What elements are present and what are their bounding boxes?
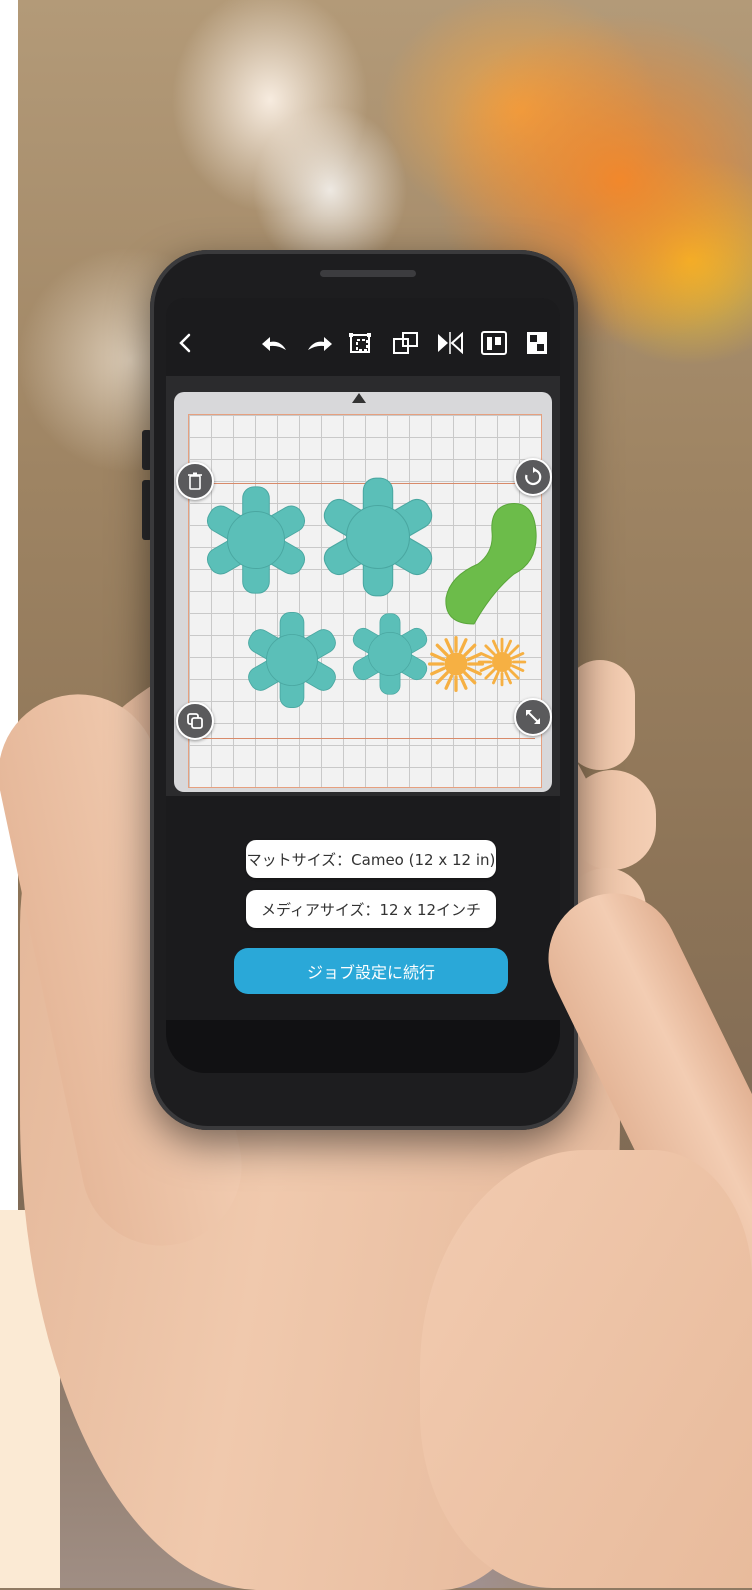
mat-size-label[interactable]: マットサイズ：Cameo (12 x 12 in) xyxy=(246,840,496,878)
pointing-hand xyxy=(420,1150,752,1588)
teal-flower-shape[interactable] xyxy=(244,611,340,709)
rotate-icon[interactable] xyxy=(514,458,552,496)
design-shapes xyxy=(202,477,537,709)
design-canvas xyxy=(166,376,560,796)
duplicate-icon[interactable] xyxy=(176,702,214,740)
cutting-mat xyxy=(174,392,552,792)
green-leaf-shape[interactable] xyxy=(445,503,537,625)
resize-icon[interactable] xyxy=(514,698,552,736)
undo-icon[interactable] xyxy=(258,328,292,358)
redo-icon[interactable] xyxy=(302,328,336,358)
continue-to-job-settings-button[interactable]: ジョブ設定に続行 xyxy=(234,948,508,994)
phone-speaker xyxy=(320,270,416,277)
align-icon[interactable] xyxy=(478,328,510,358)
layer-icon[interactable] xyxy=(522,328,552,358)
teal-flower-shape[interactable] xyxy=(202,486,310,594)
finger xyxy=(568,770,656,870)
media-size-label[interactable]: メディアサイズ：12 x 12インチ xyxy=(246,890,496,928)
mirror-icon[interactable] xyxy=(434,328,466,358)
orange-sun-shape[interactable] xyxy=(477,637,527,687)
home-area xyxy=(166,1020,560,1073)
orange-sun-shape[interactable] xyxy=(427,635,485,693)
teal-flower-shape[interactable] xyxy=(349,613,431,695)
chevron-left-icon[interactable] xyxy=(174,328,198,358)
teal-flower-shape[interactable] xyxy=(319,477,437,597)
ungroup-icon[interactable] xyxy=(390,328,422,358)
group-icon[interactable] xyxy=(346,328,378,358)
trash-icon[interactable] xyxy=(176,462,214,500)
top-toolbar xyxy=(166,320,560,366)
app-screen: マットサイズ：Cameo (12 x 12 in) メディアサイズ：12 x 1… xyxy=(166,298,560,1073)
